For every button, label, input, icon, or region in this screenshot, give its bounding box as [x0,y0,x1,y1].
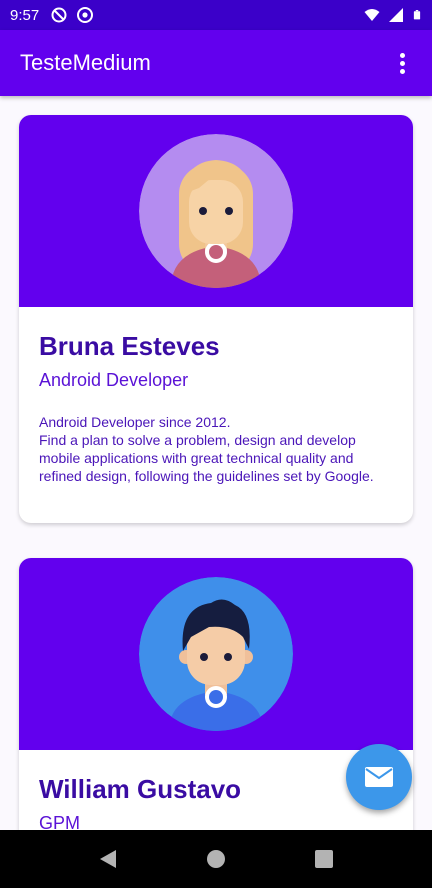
profile-card[interactable]: Bruna Esteves Android Developer Android … [19,115,413,523]
recents-icon[interactable] [313,848,335,870]
email-fab-button[interactable] [346,744,412,810]
app-bar: TesteMedium [0,30,432,96]
female-avatar-icon [139,134,293,288]
app-title: TesteMedium [20,50,151,75]
male-avatar-icon [139,577,293,731]
card-list[interactable]: Bruna Esteves Android Developer Android … [0,96,432,830]
status-bar: 9:57 [0,0,432,30]
profile-role: Android Developer [39,370,189,390]
battery-icon [413,10,421,20]
profile-role: GPM [39,813,81,830]
system-nav-bar [0,830,432,888]
status-time: 9:57 [10,6,40,24]
status-notification-icons [51,7,94,23]
back-icon[interactable] [97,848,119,870]
card-header [19,558,413,750]
mail-icon [365,767,393,787]
status-system-icons [364,7,422,23]
profile-description: Android Developer since 2012. Find a pla… [39,414,374,484]
signal-icon [389,8,403,22]
wifi-icon [364,9,380,21]
more-vert-icon[interactable] [392,49,412,77]
profile-name: Bruna Esteves [39,331,220,361]
profile-name: William Gustavo [39,774,242,804]
chrome-icon [77,7,94,23]
card-header [19,115,413,307]
do-not-disturb-icon [51,7,67,23]
card-body: Bruna Esteves Android Developer Android … [19,307,413,485]
home-icon[interactable] [205,848,227,870]
